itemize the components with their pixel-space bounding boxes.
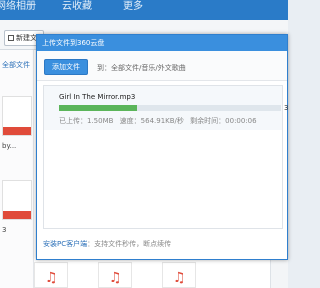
upload-percent: 3 — [284, 104, 289, 112]
folder-icon — [8, 35, 14, 41]
dialog-title: 上传文件到360云盘 — [42, 39, 105, 47]
dialog-footer: 安装PC客户端：支持文件秒传，断点续传 — [43, 239, 171, 249]
upload-progress-fill — [59, 105, 137, 111]
nav-item-cloud-favorites[interactable]: 云收藏 — [62, 1, 92, 13]
upload-dialog: 上传文件到360云盘 添加文件 到：全部文件/音乐/外文歌曲 Girl In T… — [36, 34, 288, 260]
left-column — [0, 50, 34, 288]
music-note-icon: ♫ — [173, 270, 186, 286]
file-label[interactable]: by... — [2, 142, 16, 150]
upload-list: Girl In The Mirror.mp3 3 已上传：1.50MB 速度：5… — [43, 85, 288, 229]
destination-label[interactable]: 到：全部文件/音乐/外文歌曲 — [97, 63, 186, 73]
footer-text: ：支持文件秒传，断点续传 — [87, 240, 172, 248]
file-type-badge — [3, 127, 31, 135]
music-file-thumbnail[interactable]: ♫ — [34, 262, 68, 288]
file-type-badge — [3, 211, 31, 219]
breadcrumb[interactable]: 全部文件 — [2, 60, 30, 70]
music-note-icon: ♫ — [45, 270, 58, 286]
install-client-link[interactable]: 安装PC客户端 — [43, 240, 87, 248]
uploaded-size: 已上传：1.50MB — [59, 117, 114, 125]
dialog-header[interactable]: 上传文件到360云盘 — [37, 35, 287, 51]
upload-stats: 已上传：1.50MB 速度：564.91KB/秒 剩余时间：00:00:06 — [59, 116, 261, 126]
dialog-toolbar: 添加文件 到：全部文件/音乐/外文歌曲 — [37, 51, 287, 81]
upload-progress-bar — [59, 105, 281, 111]
upload-speed: 速度：564.91KB/秒 — [119, 117, 184, 125]
music-file-thumbnail[interactable]: ♫ — [98, 262, 132, 288]
upload-file-name: Girl In The Mirror.mp3 — [59, 93, 136, 101]
file-thumbnail[interactable] — [2, 96, 32, 136]
music-note-icon: ♫ — [109, 270, 122, 286]
remaining-time: 剩余时间：00:00:06 — [190, 117, 257, 125]
add-file-button[interactable]: 添加文件 — [44, 59, 88, 75]
music-file-thumbnail[interactable]: ♫ — [162, 262, 196, 288]
file-thumbnail[interactable] — [2, 180, 32, 220]
upload-row[interactable]: Girl In The Mirror.mp3 3 已上传：1.50MB 速度：5… — [44, 86, 288, 130]
nav-item-more[interactable]: 更多 — [123, 1, 143, 13]
nav-item-photo-album[interactable]: 网络相册 — [0, 1, 36, 13]
top-nav: 网络相册 云收藏 更多 — [0, 0, 288, 20]
file-label[interactable]: 3 — [2, 226, 6, 234]
